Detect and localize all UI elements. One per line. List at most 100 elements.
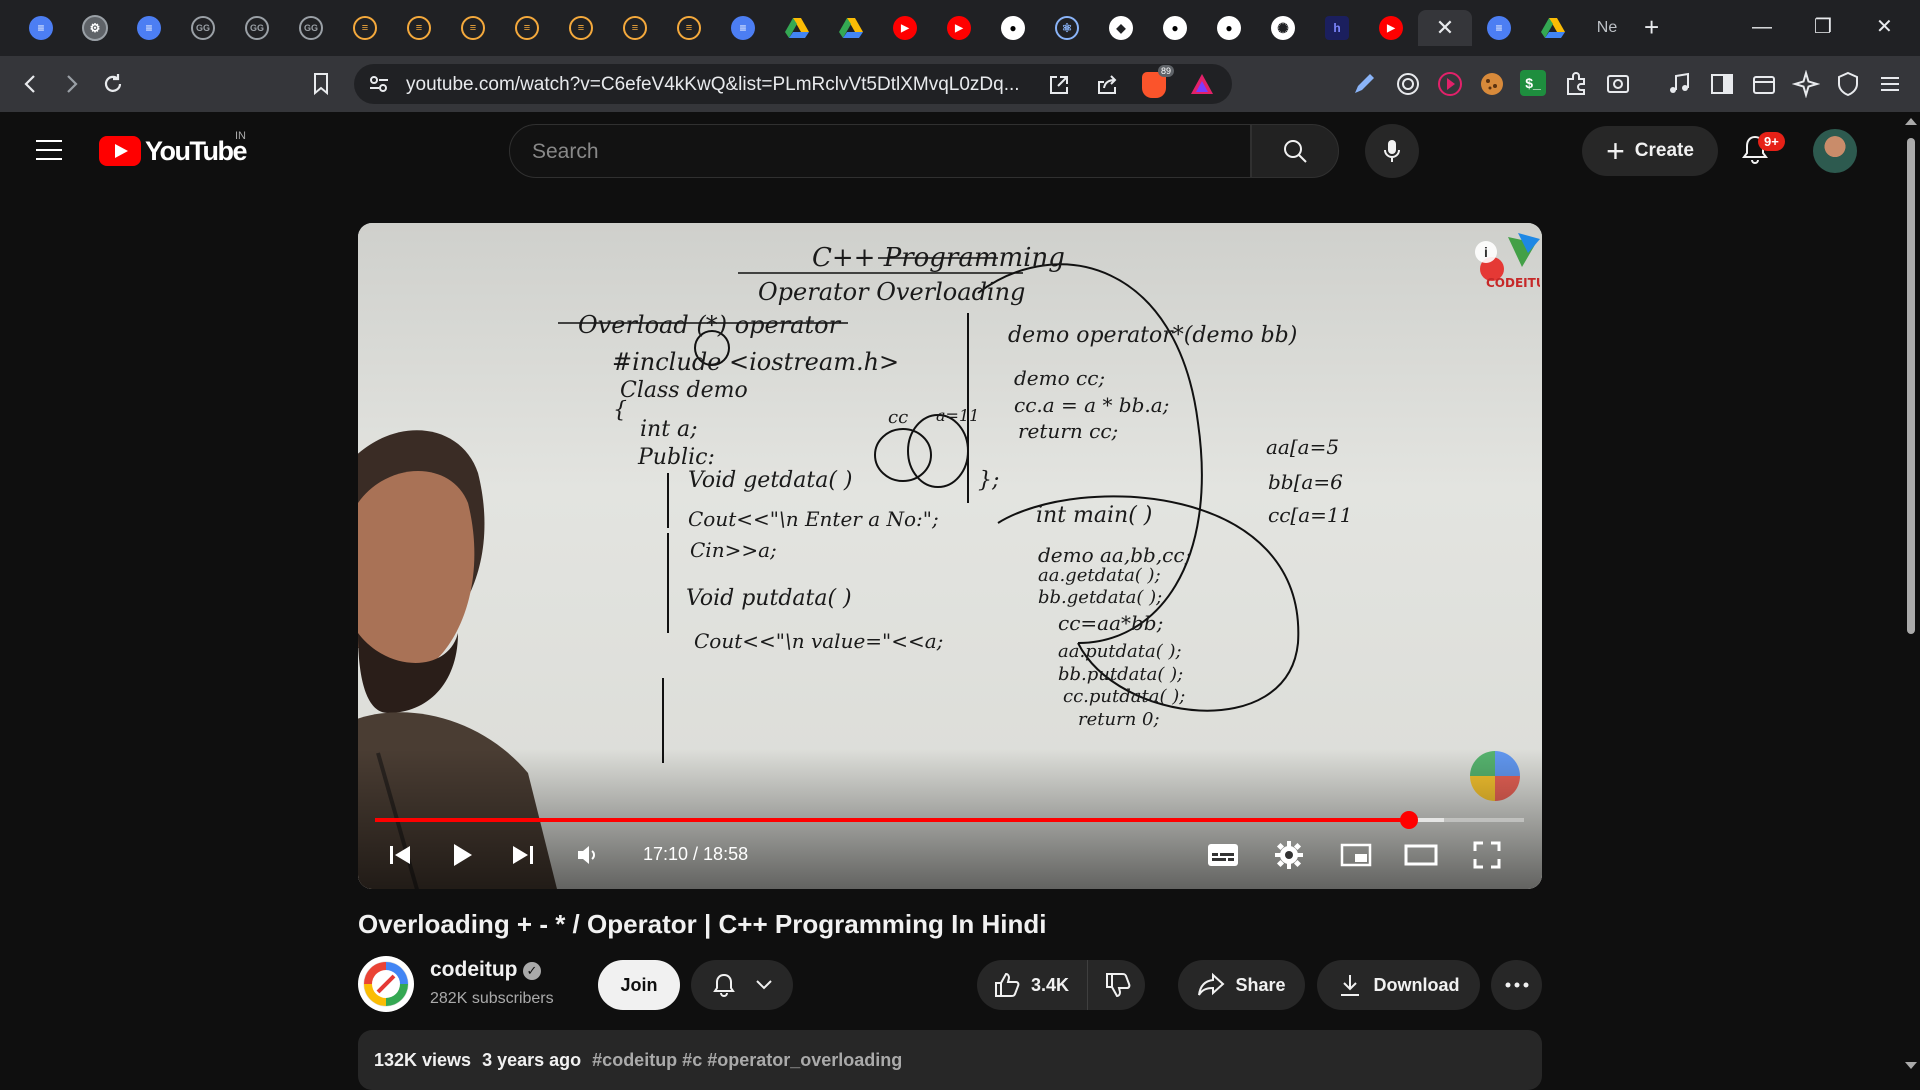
bookmark-button[interactable] <box>306 69 336 99</box>
download-button[interactable]: Download <box>1317 960 1480 1010</box>
minimize-button[interactable]: — <box>1752 14 1772 40</box>
search-button[interactable] <box>1251 124 1339 178</box>
browser-tab[interactable]: ✕ <box>1418 10 1472 46</box>
vpn-shield-icon[interactable] <box>1834 70 1862 98</box>
info-card-icon[interactable]: i <box>1475 241 1497 263</box>
video-player[interactable]: C++ Programming Operator Overloading Overl… <box>358 223 1542 889</box>
browser-tab[interactable]: ▶ <box>932 10 986 46</box>
brave-rewards-icon[interactable] <box>1190 73 1214 95</box>
url-text[interactable]: youtube.com/watch?v=C6efeV4kKwQ&list=PLm… <box>406 74 1020 96</box>
bell-icon <box>713 973 735 997</box>
extensions-puzzle-icon[interactable] <box>1562 70 1590 98</box>
browser-tab[interactable]: ≡ <box>392 10 446 46</box>
browser-tab[interactable]: ◆ <box>1094 10 1148 46</box>
page-scrollbar[interactable] <box>1900 112 1920 1080</box>
terminal-extension-icon[interactable]: $_ <box>1520 70 1546 96</box>
leo-ai-icon[interactable] <box>1792 70 1820 98</box>
close-icon[interactable]: ✕ <box>1436 15 1454 41</box>
fullscreen-button[interactable] <box>1467 835 1507 875</box>
address-bar[interactable]: youtube.com/watch?v=C6efeV4kKwQ&list=PLm… <box>354 64 1232 104</box>
miniplayer-button[interactable] <box>1336 835 1376 875</box>
verified-badge-icon: ✓ <box>523 962 541 980</box>
browser-tab[interactable]: ● <box>1148 10 1202 46</box>
browser-tab[interactable]: GG <box>284 10 338 46</box>
browser-tab[interactable]: ⚛ <box>1040 10 1094 46</box>
browser-tab[interactable]: ≡ <box>662 10 716 46</box>
browser-tab[interactable]: ▶ <box>1364 10 1418 46</box>
browser-tab[interactable]: ≡ <box>446 10 500 46</box>
browser-tab[interactable]: ✺ <box>1256 10 1310 46</box>
settings-button[interactable] <box>1269 835 1309 875</box>
create-button[interactable]: + Create <box>1582 126 1718 176</box>
view-count: 132K views <box>374 1050 472 1070</box>
wallet-icon[interactable] <box>1750 70 1778 98</box>
scroll-up-arrow-icon[interactable] <box>1905 118 1917 125</box>
browser-menu-icon[interactable] <box>1876 70 1904 98</box>
site-settings-icon[interactable] <box>368 74 390 94</box>
youtube-play-icon <box>99 136 141 166</box>
media-control-icon[interactable] <box>1666 70 1694 98</box>
screenshot-extension-icon[interactable] <box>1604 70 1632 98</box>
hashtags[interactable]: #codeitup #c #operator_overloading <box>592 1050 902 1070</box>
subtitles-button[interactable] <box>1203 835 1243 875</box>
browser-tab[interactable]: ≡ <box>338 10 392 46</box>
mute-button[interactable] <box>568 835 608 875</box>
join-button[interactable]: Join <box>598 960 680 1010</box>
whiteboard-line: Void getdata( ) <box>688 468 853 493</box>
browser-tab[interactable]: ≡ <box>554 10 608 46</box>
channel-avatar[interactable] <box>358 956 414 1012</box>
restore-button[interactable]: ❐ <box>1814 14 1832 40</box>
progress-bar[interactable] <box>375 811 1524 829</box>
browser-tab[interactable]: ≡ <box>1472 10 1526 46</box>
voice-search-button[interactable] <box>1365 124 1419 178</box>
scroll-down-arrow-icon[interactable] <box>1905 1062 1917 1069</box>
browser-tab[interactable]: ≡ <box>608 10 662 46</box>
window-close-button[interactable]: ✕ <box>1876 14 1893 40</box>
play-button[interactable] <box>442 835 482 875</box>
record-extension-icon[interactable] <box>1436 70 1464 98</box>
browser-tab[interactable]: ⚙ <box>68 10 122 46</box>
browser-tab[interactable]: Ne <box>1580 10 1634 46</box>
progress-scrubber[interactable] <box>1400 811 1419 829</box>
new-tab-button[interactable]: + <box>1644 14 1659 40</box>
browser-tab[interactable] <box>770 10 824 46</box>
channel-name[interactable]: codeitup <box>430 958 518 982</box>
browser-tab[interactable]: ▶ <box>878 10 932 46</box>
browser-tab[interactable]: ● <box>986 10 1040 46</box>
forward-button[interactable] <box>56 69 86 99</box>
previous-button[interactable] <box>380 835 420 875</box>
sidebar-icon[interactable] <box>1708 70 1736 98</box>
description-box[interactable]: 132K views 3 years ago #codeitup #c #ope… <box>358 1030 1542 1090</box>
browser-tab[interactable]: ≡ <box>500 10 554 46</box>
dislike-button[interactable] <box>1088 960 1148 1010</box>
browser-tab[interactable]: GG <box>230 10 284 46</box>
youtube-logo[interactable]: YouTube <box>99 136 247 166</box>
browser-tab[interactable]: ≡ <box>14 10 68 46</box>
share-button[interactable]: Share <box>1178 960 1305 1010</box>
more-actions-button[interactable] <box>1491 960 1542 1010</box>
target-extension-icon[interactable] <box>1394 70 1422 98</box>
theater-mode-button[interactable] <box>1401 835 1441 875</box>
browser-tab[interactable] <box>824 10 878 46</box>
cookie-extension-icon[interactable] <box>1478 70 1506 98</box>
open-in-app-icon[interactable] <box>1048 74 1070 96</box>
user-avatar[interactable] <box>1813 129 1857 173</box>
browser-tab[interactable]: ≡ <box>716 10 770 46</box>
pen-extension-icon[interactable] <box>1350 70 1378 98</box>
next-button[interactable] <box>503 835 543 875</box>
back-button[interactable] <box>16 69 46 99</box>
subscription-notifications-button[interactable] <box>691 960 793 1010</box>
share-icon[interactable] <box>1096 74 1118 96</box>
browser-tab[interactable]: ≡ <box>122 10 176 46</box>
browser-tab[interactable] <box>1526 10 1580 46</box>
guide-menu-button[interactable] <box>36 140 62 160</box>
sort-icon: ≡ <box>407 16 431 40</box>
browser-tab[interactable]: GG <box>176 10 230 46</box>
search-input[interactable]: Search <box>509 124 1251 178</box>
like-button[interactable]: 3.4K <box>977 960 1089 1010</box>
scrollbar-thumb[interactable] <box>1907 138 1915 634</box>
browser-tab[interactable]: h <box>1310 10 1364 46</box>
browser-tab[interactable]: ● <box>1202 10 1256 46</box>
whiteboard-line: Operator Overloading <box>758 278 1026 306</box>
reload-button[interactable] <box>98 69 128 99</box>
